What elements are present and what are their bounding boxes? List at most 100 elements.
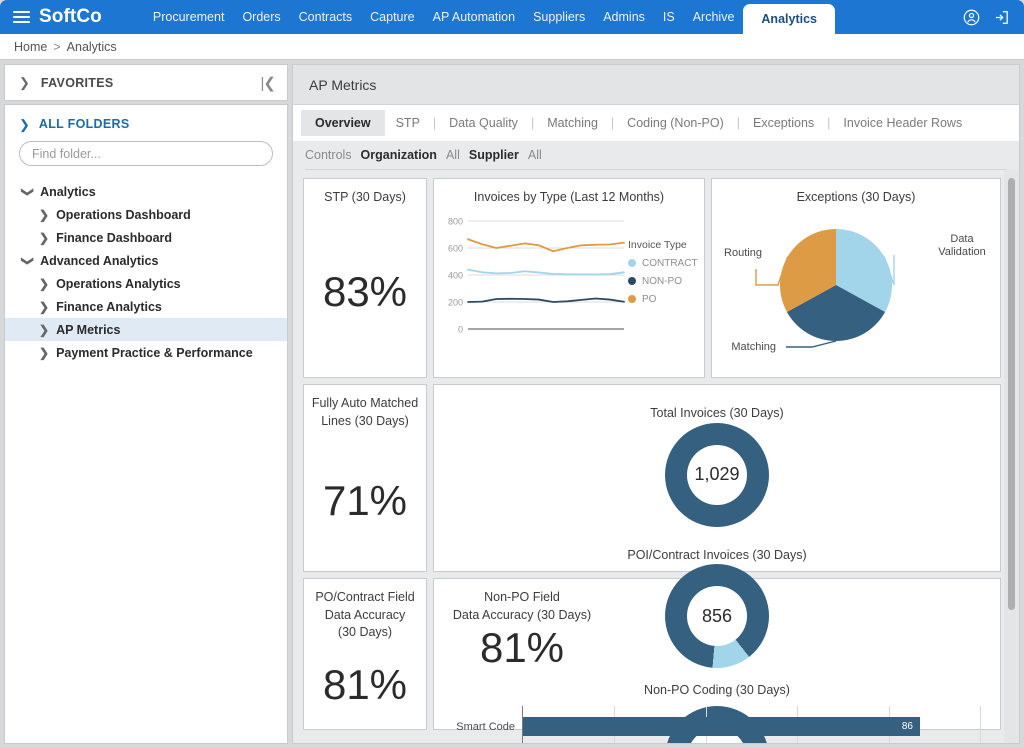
legend-label: NON-PO [642,276,682,287]
breadcrumb-home[interactable]: Home [14,40,47,54]
legend-item-contract[interactable]: CONTRACT [628,258,698,269]
chevron-right-icon[interactable]: ❯ [39,209,49,221]
tab-matching[interactable]: Matching [536,110,609,136]
chevron-down-icon[interactable]: ❯ [22,255,34,265]
all-folders-header[interactable]: ❯ ALL FOLDERS [5,117,287,131]
svg-text:0: 0 [458,324,463,334]
dashboard-scroll-area: STP (30 Days) 83% Invoices by Type (Last… [293,170,1019,743]
line-chart-legend: Invoice Type CONTRACT NON-PO PO [628,213,698,368]
nav-item-suppliers[interactable]: Suppliers [524,0,594,34]
hamburger-icon[interactable] [13,11,30,23]
tree-item-label: Analytics [40,185,96,199]
nav-item-procurement[interactable]: Procurement [144,0,234,34]
sign-out-icon[interactable] [993,9,1010,26]
line-chart: 0200400600800 Invoice Type CONTRACTNON-P… [434,207,704,378]
title-line-2: Lines (30 Days) [321,414,409,428]
content-panel: AP Metrics OverviewSTP|Data Quality|Matc… [292,64,1020,744]
card-stp: STP (30 Days) 83% [303,178,427,378]
card-invoices-by-type: Invoices by Type (Last 12 Months) 020040… [433,178,705,378]
chevron-right-icon[interactable]: ❯ [39,278,49,290]
nav-item-archive[interactable]: Archive [684,0,744,34]
filter-organization-value[interactable]: All [446,148,460,162]
legend-item-non-po[interactable]: NON-PO [628,276,698,287]
chevron-down-icon[interactable]: ❯ [22,186,34,196]
card-invoices-by-type-title: Invoices by Type (Last 12 Months) [434,179,704,207]
tab-data-quality[interactable]: Data Quality [438,110,529,136]
chevron-right-icon[interactable]: ❯ [39,232,49,244]
pie-label-routing: Routing [712,247,774,261]
chevron-right-icon[interactable]: ❯ [39,324,49,336]
account-circle-icon[interactable] [963,9,980,26]
tree-item-label: AP Metrics [56,323,120,337]
chevron-down-icon[interactable]: ❯ [19,118,30,131]
folder-tree: ❯Analytics❯Operations Dashboard❯Finance … [5,180,287,364]
tree-item-payment-practice-performance[interactable]: ❯ Payment Practice & Performance [5,341,287,364]
tree-item-finance-dashboard[interactable]: ❯ Finance Dashboard [5,226,287,249]
legend-dot-icon [628,295,636,303]
bar-value-label: 86 [902,721,913,732]
legend-dot-icon [628,259,636,267]
bar-row: 86 [523,714,980,740]
tree-item-label: Operations Analytics [56,277,181,291]
tree-item-label: Finance Dashboard [56,231,172,245]
title-line-3: (30 Days) [338,625,392,639]
donut-ring: 856 [665,564,769,668]
nav-item-contracts[interactable]: Contracts [290,0,362,34]
chevron-right-icon[interactable]: ❯ [19,76,30,89]
legend-title: Invoice Type [628,239,698,251]
tree-item-label: Payment Practice & Performance [56,346,253,360]
tab-exceptions[interactable]: Exceptions [742,110,825,136]
card-fully-auto-matched: Fully Auto Matched Lines (30 Days) 71% [303,384,427,572]
nav-item-analytics[interactable]: Analytics [743,4,835,34]
tab-bar: OverviewSTP|Data Quality|Matching|Coding… [293,105,1019,141]
card-stp-title: STP (30 Days) [304,179,426,207]
pie-label-matching: Matching [714,341,776,355]
donut-ring: 1,029 [665,423,769,527]
bar-smart-code[interactable]: 86 [523,717,920,736]
favorites-group: ❯ FAVORITES [19,76,114,90]
collapse-panel-icon[interactable]: |❮ [261,74,275,92]
page-title: AP Metrics [293,65,1019,105]
nav-item-admins[interactable]: Admins [594,0,654,34]
tab-overview[interactable]: Overview [301,110,385,136]
dashboard-row-1: STP (30 Days) 83% Invoices by Type (Last… [303,178,1001,378]
controls-label: Controls [305,148,352,162]
breadcrumb-current: Analytics [67,40,117,54]
nav-item-ap-automation[interactable]: AP Automation [424,0,524,34]
nav-item-capture[interactable]: Capture [361,0,423,34]
nav-item-orders[interactable]: Orders [233,0,289,34]
folders-panel: ❯ ALL FOLDERS Find folder... ❯Analytics❯… [4,104,288,744]
scrollbar-thumb[interactable] [1008,178,1015,610]
donut-graphic: 1,029 [665,423,769,527]
tab-coding-non-po-[interactable]: Coding (Non-PO) [616,110,735,136]
tree-item-finance-analytics[interactable]: ❯Finance Analytics [5,295,287,318]
tab-separator: | [529,116,536,130]
filter-organization-label: Organization [361,148,437,162]
card-nonpo-field-accuracy-value: 81% [434,624,610,672]
tab-invoice-header-rows[interactable]: Invoice Header Rows [832,110,973,136]
card-po-field-accuracy-title: PO/Contract Field Data Accuracy (30 Days… [304,579,426,642]
bar-chart-plot: 863936 [522,706,980,744]
tree-item-analytics[interactable]: ❯ Analytics [5,180,287,203]
legend-dot-icon [628,277,636,285]
svg-text:200: 200 [448,297,463,307]
card-fully-auto-matched-title: Fully Auto Matched Lines (30 Days) [304,385,426,430]
filter-supplier-value[interactable]: All [528,148,542,162]
pie-chart: Data ValidationMatchingRouting [712,207,1000,378]
tree-item-operations-dashboard[interactable]: ❯Operations Dashboard [5,203,287,226]
sidebar: ❯ FAVORITES |❮ ❯ ALL FOLDERS Find folder… [4,64,288,744]
favorites-bar[interactable]: ❯ FAVORITES |❮ [4,64,288,101]
tree-item-operations-analytics[interactable]: ❯ Operations Analytics [5,272,287,295]
nav-item-is[interactable]: IS [654,0,684,34]
chevron-right-icon[interactable]: ❯ [39,347,49,359]
chevron-right-icon[interactable]: ❯ [39,301,49,313]
tab-stp[interactable]: STP [385,110,431,136]
legend-item-po[interactable]: PO [628,294,698,305]
card-po-field-accuracy-value: 81% [304,642,426,730]
page-body: ❯ FAVORITES |❮ ❯ ALL FOLDERS Find folder… [0,60,1024,748]
tree-item-ap-metrics[interactable]: ❯ AP Metrics [5,318,287,341]
donut-center-value: 856 [687,586,747,646]
title-line-2: Data Accuracy (30 Days) [453,608,591,622]
tree-item-advanced-analytics[interactable]: ❯Advanced Analytics [5,249,287,272]
find-folder-input[interactable]: Find folder... [19,141,273,166]
